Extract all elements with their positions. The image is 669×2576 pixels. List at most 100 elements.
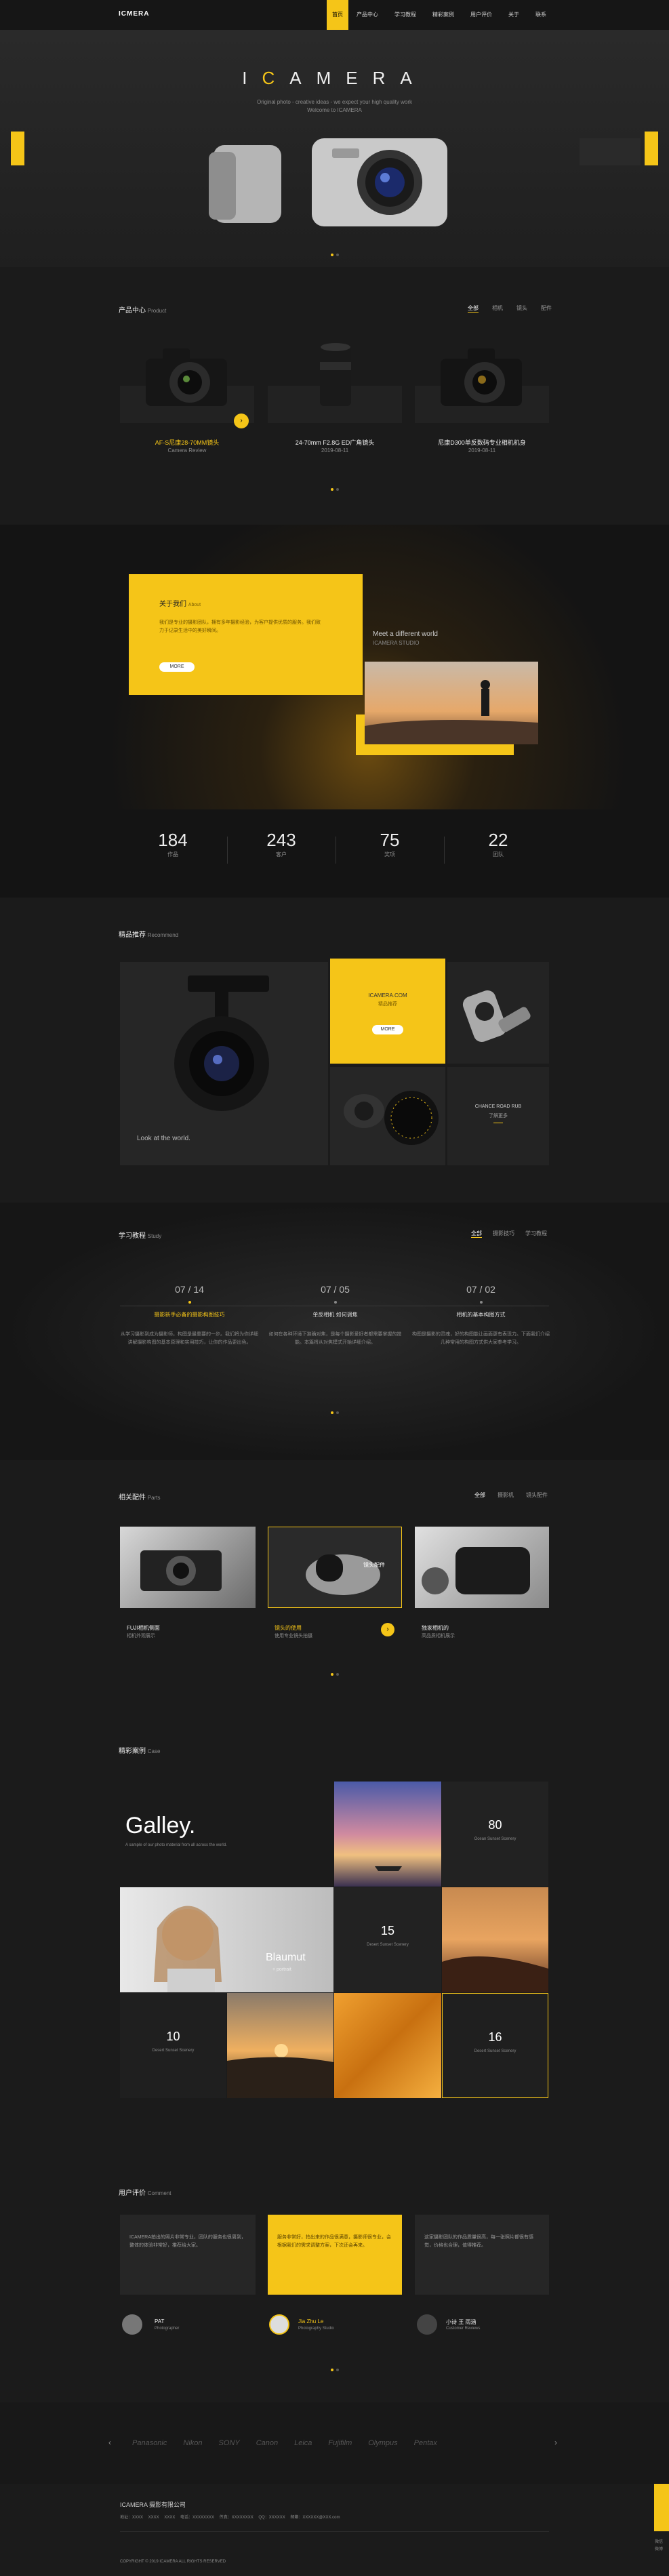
social-weibo-icon[interactable]: 微博 (655, 2545, 663, 2552)
pagination-dot[interactable] (331, 488, 333, 491)
tab-camera[interactable]: 摄影机 (498, 1491, 514, 1499)
pagination-dot[interactable] (331, 1411, 333, 1414)
pagination-dot[interactable] (331, 1673, 333, 1676)
hero-title: ICAMERA (242, 68, 427, 88)
hero-next-arrow[interactable] (645, 132, 658, 165)
tutorial-item-title[interactable]: 摄影新手必备的摄影构图技巧 (120, 1311, 259, 1319)
brand-logo[interactable]: Fujifilm (328, 2439, 352, 2447)
part-arrow-button[interactable]: › (381, 1623, 394, 1636)
brand-logo[interactable]: Canon (256, 2439, 278, 2447)
recommend-tile[interactable]: CHANCE ROAD RUB 了解更多 (447, 1067, 549, 1165)
gallery-photo-desert[interactable] (442, 1887, 548, 1992)
products-title: 产品中心 Product (119, 307, 167, 315)
pagination-dot[interactable] (336, 2369, 339, 2371)
product-name[interactable]: 24-70mm F2.8G ED广角镜头 (268, 438, 402, 447)
nav-item-6[interactable]: 关于 (500, 11, 527, 18)
brand-logo[interactable]: Leica (294, 2439, 312, 2447)
tab-parts[interactable]: 配件 (541, 304, 552, 313)
gallery-count-tile[interactable]: 15 Desert Sunset Scenery (334, 1887, 441, 1992)
tab-all[interactable]: 全部 (474, 1491, 485, 1499)
recommend-tile[interactable] (330, 1067, 445, 1165)
hero-section: ICAMERA Original photo - creative ideas … (0, 30, 669, 267)
testimonial-card[interactable]: ICAMERA拍出的照片非常专业，团队的服务也很周到，整体的体验非常好，推荐给大… (120, 2215, 256, 2295)
stat-item: 184 作品 (119, 830, 227, 858)
timeline-dot (479, 1301, 483, 1304)
tab-photo-skills[interactable]: 摄影技巧 (493, 1230, 514, 1238)
nav-item-7[interactable]: 联系 (527, 11, 554, 18)
tutorial-item[interactable]: 07 / 14 摄影新手必备的摄影构图技巧 从学习摄影到成为摄影师，构图是最重要… (120, 1284, 259, 1347)
about-title: 关于我们 About (159, 601, 201, 608)
brand-logo[interactable]: Nikon (183, 2439, 202, 2447)
tutorial-item-title[interactable]: 单反相机 如何调焦 (266, 1311, 405, 1319)
part-card-image[interactable] (415, 1527, 549, 1608)
footer-copyright: COPYRIGHT © 2019 ICAMERA ALL RIGHTS RESE… (120, 2560, 226, 2564)
testimonial-card[interactable]: 这家摄影团队的作品质量很高，每一张照片都很有感觉，价格也合理，值得推荐。 (415, 2215, 549, 2295)
gallery-photo-sunset-boat[interactable] (334, 1782, 441, 1887)
brands-next-arrow[interactable]: › (554, 2438, 557, 2447)
about-quote-sub: ICAMERA STUDIO (373, 640, 420, 646)
recommend-more-button[interactable]: MORE (372, 1025, 403, 1034)
hero-pagination-dot[interactable] (336, 254, 339, 256)
recommend-yellow-card[interactable]: ICAMERA.COM 精品推荐 MORE (330, 959, 445, 1064)
back-to-top-button[interactable] (654, 2484, 669, 2531)
part-card-image[interactable]: 镜头配件 (268, 1527, 402, 1608)
tab-lens-parts[interactable]: 镜头配件 (526, 1491, 548, 1499)
tab-lens[interactable]: 镜头 (516, 304, 527, 313)
hero-pagination-dot[interactable] (331, 254, 333, 256)
tutorial-item[interactable]: 07 / 02 相机的基本构图方式 构图是摄影的灵魂，好的构图能让画面更有表现力… (411, 1284, 550, 1347)
about-more-button[interactable]: MORE (159, 662, 195, 672)
brand-logo[interactable]: SONY (219, 2439, 240, 2447)
product-name[interactable]: 尼康D300单反数码专业相机机身 (415, 438, 549, 447)
footer-social: 微信 微博 (655, 2538, 663, 2552)
nav-item-1[interactable]: 首页 (327, 11, 348, 18)
gallery-count-tile[interactable]: 80 Ocean Sunset Scenery (442, 1782, 548, 1887)
about-photo (365, 662, 538, 744)
product-name[interactable]: AF-S尼康28-70MM镜头 (120, 438, 254, 447)
tutorial-tabs: 全部 摄影技巧 学习教程 (471, 1230, 547, 1238)
gallery-portrait-tile[interactable]: Blaumut + portrait (120, 1887, 333, 1992)
pagination-dot[interactable] (336, 488, 339, 491)
tutorial-item[interactable]: 07 / 05 单反相机 如何调焦 如何在各种环境下准确对焦，是每个摄影爱好者都… (266, 1284, 405, 1347)
product-arrow-button[interactable]: › (234, 414, 249, 428)
brand-logo[interactable]: Panasonic (132, 2439, 167, 2447)
gallery-count-tile[interactable]: 16 Desert Sunset Scenery (442, 1993, 548, 2098)
gallery-photo-dunes[interactable] (334, 1993, 441, 2098)
testimonial-name: Jia Zhu Le (298, 2318, 324, 2325)
tab-all[interactable]: 全部 (468, 304, 479, 313)
nav-item-4[interactable]: 精彩案例 (424, 11, 462, 18)
testimonial-card[interactable]: 服务非常好，拍出来的作品很满意，摄影师很专业，会根据我们的需求调整方案，下次还会… (268, 2215, 402, 2295)
gallery-count-value: 16 (488, 2030, 502, 2044)
recommend-large-tile[interactable]: Look at the world. (120, 962, 328, 1165)
footer-contact: 地址：XXXX XXXX XXXX 电话：XXXXXXXX 传真：XXXXXXX… (120, 2516, 340, 2520)
social-wechat-icon[interactable]: 微信 (655, 2538, 663, 2544)
gallery-count-tile[interactable]: 10 Desert Sunset Scenery (120, 1993, 226, 2098)
part-name[interactable]: FUJI相机侧面 (127, 1624, 160, 1632)
part-name[interactable]: 独家相机的 (422, 1624, 449, 1632)
brands-prev-arrow[interactable]: ‹ (108, 2438, 111, 2447)
pagination-dot[interactable] (331, 2369, 333, 2371)
logo[interactable]: ICMERA (119, 10, 149, 18)
tab-tutorial[interactable]: 学习教程 (525, 1230, 547, 1238)
stat-item: 243 客户 (227, 830, 336, 858)
parts-title: 相关配件 Parts (119, 1494, 161, 1502)
part-card-image[interactable] (120, 1527, 256, 1608)
hero-thumbnail[interactable] (580, 138, 641, 165)
nav-item-5[interactable]: 用户评价 (462, 11, 500, 18)
brand-logo[interactable]: Pentax (414, 2439, 437, 2447)
part-name[interactable]: 镜头的使用 (275, 1624, 302, 1632)
recommend-tag-1: CHANCE ROAD RUB (474, 1104, 522, 1109)
nav-item-2[interactable]: 产品中心 (348, 11, 386, 18)
brand-logo[interactable]: Olympus (368, 2439, 397, 2447)
part-sub: 相机外观展示 (127, 1634, 155, 1638)
nav-item-3[interactable]: 学习教程 (386, 11, 424, 18)
gallery-photo-sunset[interactable] (227, 1993, 333, 2098)
avatar (269, 2314, 289, 2335)
recommend-tile[interactable] (447, 962, 549, 1064)
pagination-dot[interactable] (336, 1411, 339, 1414)
tutorial-item-title[interactable]: 相机的基本构图方式 (411, 1311, 550, 1319)
tab-all[interactable]: 全部 (471, 1230, 482, 1238)
pagination-dot[interactable] (336, 1673, 339, 1676)
parts-section: 相关配件 Parts 全部 摄影机 镜头配件 镜头配件 FUJI相机侧面 相机外… (0, 1460, 669, 1711)
tab-camera[interactable]: 相机 (492, 304, 503, 313)
hero-prev-arrow[interactable] (11, 132, 24, 165)
